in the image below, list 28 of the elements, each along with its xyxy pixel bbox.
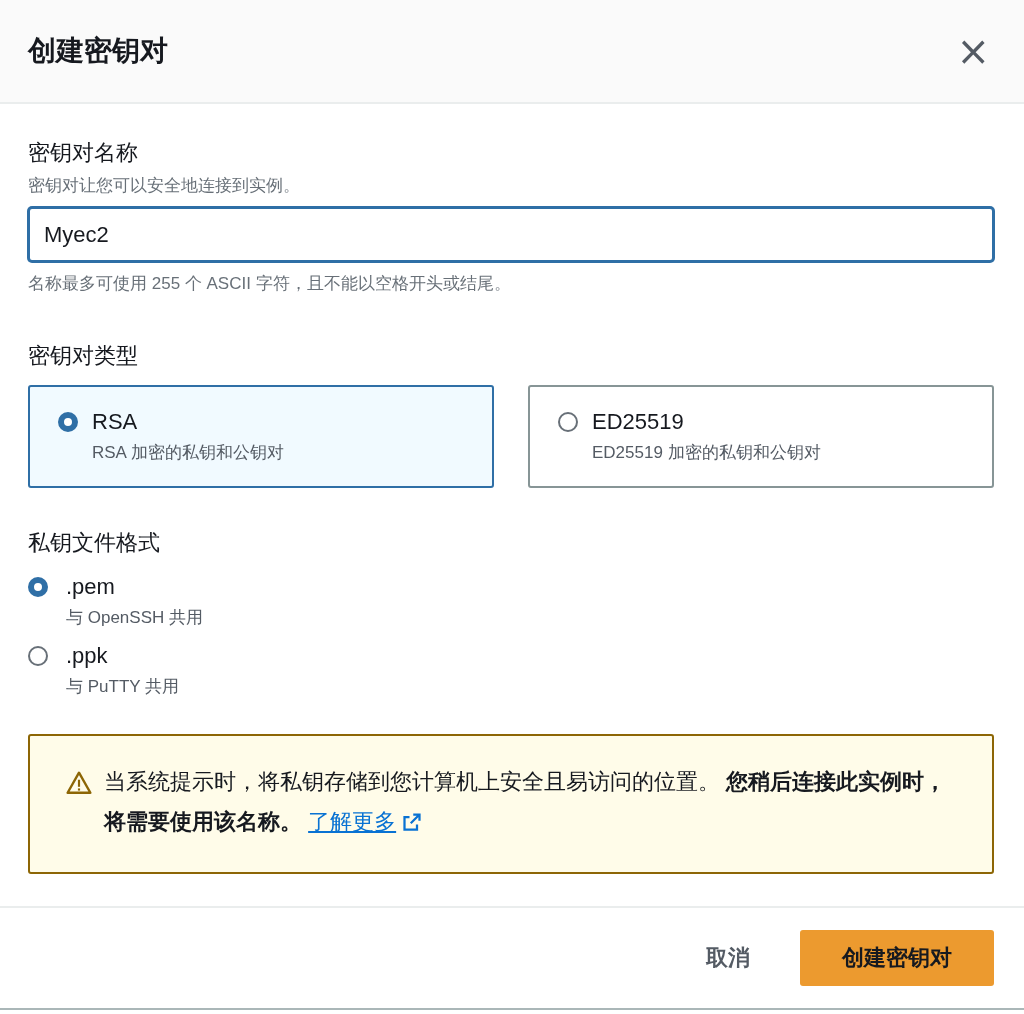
- dialog-title: 创建密钥对: [28, 34, 168, 68]
- radio-icon[interactable]: [558, 412, 578, 432]
- warning-icon: [66, 770, 92, 796]
- radio-card[interactable]: ED25519 ED25519 加密的私钥和公钥对: [528, 385, 994, 488]
- field-label: 密钥对名称: [28, 139, 139, 167]
- create-button[interactable]: 创建密钥对: [800, 930, 994, 986]
- radio-button[interactable]: [28, 577, 48, 597]
- option-description: 与 OpenSSH 共用: [66, 607, 203, 629]
- option-title: RSA: [92, 409, 138, 435]
- close-button[interactable]: ×: [950, 31, 996, 71]
- learn-more-link[interactable]: 了解更多: [308, 802, 423, 842]
- field-label: 私钥文件格式: [28, 529, 161, 557]
- option-description: 与 PuTTY 共用: [66, 676, 180, 698]
- alert-message: 当系统提示时，将私钥存储到您计算机上安全且易访问的位置。 您稍后连接此实例时，将需要使用该名称。 了解更多: [104, 762, 956, 842]
- option-title: .ppk: [66, 643, 108, 669]
- option-title: ED25519: [592, 409, 684, 435]
- option-description: ED25519 加密的私钥和公钥对: [592, 442, 821, 464]
- field-label: 密钥对类型: [28, 342, 139, 370]
- option-description: RSA 加密的私钥和公钥对: [92, 442, 284, 464]
- radio-card[interactable]: RSA RSA 加密的私钥和公钥对: [28, 385, 494, 488]
- radio-button[interactable]: [28, 646, 48, 666]
- option-title: .pem: [66, 574, 115, 600]
- field-description: 密钥对让您可以安全地连接到实例。: [28, 175, 301, 197]
- cancel-button[interactable]: 取消: [686, 929, 770, 987]
- external-link-icon: [402, 812, 423, 832]
- input-field[interactable]: Myec2: [28, 207, 994, 262]
- field-hint: 名称最多可使用 255 个 ASCII 字符，且不能以空格开头或结尾。: [28, 273, 512, 295]
- radio-icon[interactable]: [58, 412, 78, 432]
